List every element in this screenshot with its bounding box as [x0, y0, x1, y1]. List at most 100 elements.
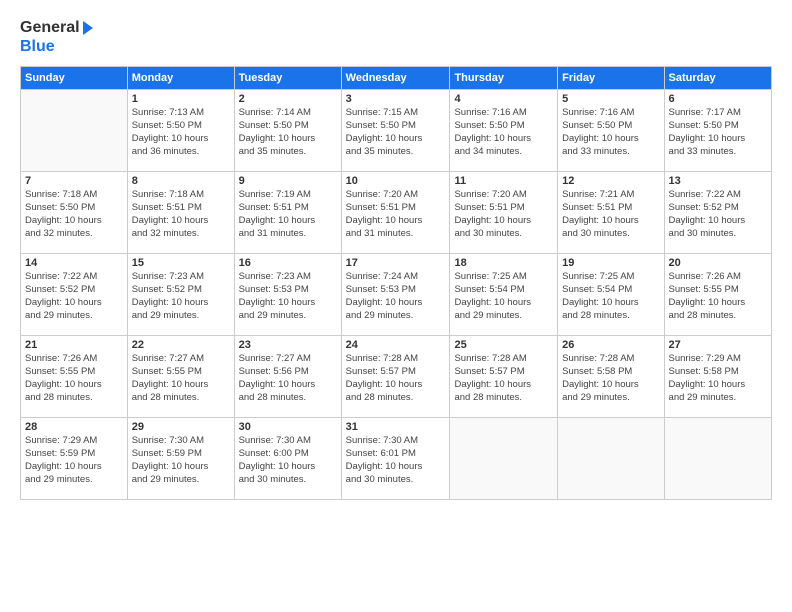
day-info: Sunrise: 7:17 AMSunset: 5:50 PMDaylight:…: [669, 107, 767, 158]
calendar-day-cell: 20 Sunrise: 7:26 AMSunset: 5:55 PMDayligh…: [664, 254, 771, 336]
day-number: 25: [454, 339, 553, 351]
calendar-week-row: 14Sunrise: 7:22 AMSunset: 5:52 PMDayligh…: [21, 254, 772, 336]
day-number: 13: [669, 175, 767, 187]
day-info: Sunrise: 7:28 AMSunset: 5:57 PMDaylight:…: [346, 353, 446, 404]
calendar-day-cell: 4 Sunrise: 7:16 AMSunset: 5:50 PMDaylight…: [450, 90, 558, 172]
calendar-day-cell: 19Sunrise: 7:25 AMSunset: 5:54 PMDayligh…: [558, 254, 664, 336]
day-number: 20: [669, 257, 767, 269]
calendar-header-row: SundayMondayTuesdayWednesdayThursdayFrid…: [21, 67, 772, 90]
day-info: Sunrise: 7:20 AMSunset: 5:51 PMDaylight:…: [454, 189, 553, 240]
calendar-day-cell: 3 Sunrise: 7:15 AMSunset: 5:50 PMDaylight…: [341, 90, 450, 172]
calendar-day-cell: 21 Sunrise: 7:26 AMSunset: 5:55 PMDayligh…: [21, 336, 128, 418]
calendar-day-cell: 5Sunrise: 7:16 AMSunset: 5:50 PMDaylight…: [558, 90, 664, 172]
calendar-day-cell: 25 Sunrise: 7:28 AMSunset: 5:57 PMDayligh…: [450, 336, 558, 418]
calendar-day-cell: 22 Sunrise: 7:27 AMSunset: 5:55 PMDayligh…: [127, 336, 234, 418]
calendar-day-cell: 30 Sunrise: 7:30 AMSunset: 6:00 PMDayligh…: [234, 418, 341, 500]
calendar-day-cell: 2 Sunrise: 7:14 AMSunset: 5:50 PMDaylight…: [234, 90, 341, 172]
day-number: 27: [669, 339, 767, 351]
calendar-day-cell: 6 Sunrise: 7:17 AMSunset: 5:50 PMDaylight…: [664, 90, 771, 172]
day-info: Sunrise: 7:25 AMSunset: 5:54 PMDaylight:…: [454, 271, 553, 322]
day-number: 10: [346, 175, 446, 187]
day-number: 17: [346, 257, 446, 269]
logo-text-blue: Blue: [20, 37, 93, 56]
calendar-day-cell: 28Sunrise: 7:29 AMSunset: 5:59 PMDayligh…: [21, 418, 128, 500]
day-number: 4: [454, 93, 553, 105]
day-info: Sunrise: 7:30 AMSunset: 6:01 PMDaylight:…: [346, 435, 446, 486]
calendar-week-row: 28Sunrise: 7:29 AMSunset: 5:59 PMDayligh…: [21, 418, 772, 500]
calendar-day-cell: 16 Sunrise: 7:23 AMSunset: 5:53 PMDayligh…: [234, 254, 341, 336]
logo-text-general: General: [20, 18, 93, 37]
day-info: Sunrise: 7:25 AMSunset: 5:54 PMDaylight:…: [562, 271, 659, 322]
day-info: Sunrise: 7:18 AMSunset: 5:51 PMDaylight:…: [132, 189, 230, 240]
day-info: Sunrise: 7:16 AMSunset: 5:50 PMDaylight:…: [454, 107, 553, 158]
calendar-day-cell: 8 Sunrise: 7:18 AMSunset: 5:51 PMDaylight…: [127, 172, 234, 254]
day-info: Sunrise: 7:26 AMSunset: 5:55 PMDaylight:…: [669, 271, 767, 322]
day-info: Sunrise: 7:23 AMSunset: 5:53 PMDaylight:…: [239, 271, 337, 322]
calendar-day-cell: 13 Sunrise: 7:22 AMSunset: 5:52 PMDayligh…: [664, 172, 771, 254]
day-info: Sunrise: 7:28 AMSunset: 5:58 PMDaylight:…: [562, 353, 659, 404]
calendar-day-cell: 31 Sunrise: 7:30 AMSunset: 6:01 PMDayligh…: [341, 418, 450, 500]
day-info: Sunrise: 7:30 AMSunset: 6:00 PMDaylight:…: [239, 435, 337, 486]
calendar-day-cell: [21, 90, 128, 172]
day-number: 1: [132, 93, 230, 105]
calendar-day-cell: 1Sunrise: 7:13 AMSunset: 5:50 PMDaylight…: [127, 90, 234, 172]
calendar-day-header: Sunday: [21, 67, 128, 90]
header: General Blue: [20, 18, 772, 56]
day-info: Sunrise: 7:16 AMSunset: 5:50 PMDaylight:…: [562, 107, 659, 158]
day-number: 11: [454, 175, 553, 187]
day-info: Sunrise: 7:28 AMSunset: 5:57 PMDaylight:…: [454, 353, 553, 404]
day-info: Sunrise: 7:27 AMSunset: 5:55 PMDaylight:…: [132, 353, 230, 404]
calendar-day-cell: 9Sunrise: 7:19 AMSunset: 5:51 PMDaylight…: [234, 172, 341, 254]
day-info: Sunrise: 7:18 AMSunset: 5:50 PMDaylight:…: [25, 189, 123, 240]
day-info: Sunrise: 7:24 AMSunset: 5:53 PMDaylight:…: [346, 271, 446, 322]
calendar-day-header: Saturday: [664, 67, 771, 90]
calendar-day-cell: 26 Sunrise: 7:28 AMSunset: 5:58 PMDayligh…: [558, 336, 664, 418]
calendar-day-cell: 12 Sunrise: 7:21 AMSunset: 5:51 PMDayligh…: [558, 172, 664, 254]
logo-chevron-icon: [83, 21, 93, 35]
day-number: 29: [132, 421, 230, 433]
day-number: 16: [239, 257, 337, 269]
day-number: 24: [346, 339, 446, 351]
day-number: 8: [132, 175, 230, 187]
day-number: 12: [562, 175, 659, 187]
day-number: 30: [239, 421, 337, 433]
day-number: 31: [346, 421, 446, 433]
day-number: 23: [239, 339, 337, 351]
day-number: 6: [669, 93, 767, 105]
calendar-day-cell: 27 Sunrise: 7:29 AMSunset: 5:58 PMDayligh…: [664, 336, 771, 418]
calendar-day-cell: 10Sunrise: 7:20 AMSunset: 5:51 PMDayligh…: [341, 172, 450, 254]
day-number: 21: [25, 339, 123, 351]
calendar-week-row: 1Sunrise: 7:13 AMSunset: 5:50 PMDaylight…: [21, 90, 772, 172]
day-number: 28: [25, 421, 123, 433]
day-number: 14: [25, 257, 123, 269]
calendar-day-cell: 7 Sunrise: 7:18 AMSunset: 5:50 PMDaylight…: [21, 172, 128, 254]
calendar-day-cell: [558, 418, 664, 500]
day-info: Sunrise: 7:19 AMSunset: 5:51 PMDaylight:…: [239, 189, 337, 240]
day-info: Sunrise: 7:22 AMSunset: 5:52 PMDaylight:…: [669, 189, 767, 240]
day-info: Sunrise: 7:27 AMSunset: 5:56 PMDaylight:…: [239, 353, 337, 404]
day-info: Sunrise: 7:26 AMSunset: 5:55 PMDaylight:…: [25, 353, 123, 404]
day-number: 3: [346, 93, 446, 105]
day-info: Sunrise: 7:14 AMSunset: 5:50 PMDaylight:…: [239, 107, 337, 158]
day-number: 2: [239, 93, 337, 105]
day-number: 26: [562, 339, 659, 351]
calendar-day-cell: 11 Sunrise: 7:20 AMSunset: 5:51 PMDayligh…: [450, 172, 558, 254]
page: General Blue SundayMondayTuesdayWednesda…: [0, 0, 792, 612]
day-number: 22: [132, 339, 230, 351]
calendar-day-cell: 23 Sunrise: 7:27 AMSunset: 5:56 PMDayligh…: [234, 336, 341, 418]
calendar-day-cell: 24 Sunrise: 7:28 AMSunset: 5:57 PMDayligh…: [341, 336, 450, 418]
calendar-day-header: Tuesday: [234, 67, 341, 90]
day-info: Sunrise: 7:29 AMSunset: 5:58 PMDaylight:…: [669, 353, 767, 404]
calendar-day-cell: [450, 418, 558, 500]
calendar-week-row: 21 Sunrise: 7:26 AMSunset: 5:55 PMDayligh…: [21, 336, 772, 418]
day-info: Sunrise: 7:23 AMSunset: 5:52 PMDaylight:…: [132, 271, 230, 322]
day-info: Sunrise: 7:15 AMSunset: 5:50 PMDaylight:…: [346, 107, 446, 158]
calendar-day-header: Wednesday: [341, 67, 450, 90]
logo: General Blue: [20, 18, 93, 56]
day-number: 18: [454, 257, 553, 269]
calendar-day-cell: 14Sunrise: 7:22 AMSunset: 5:52 PMDayligh…: [21, 254, 128, 336]
calendar-day-header: Thursday: [450, 67, 558, 90]
day-number: 7: [25, 175, 123, 187]
day-info: Sunrise: 7:30 AMSunset: 5:59 PMDaylight:…: [132, 435, 230, 486]
day-info: Sunrise: 7:21 AMSunset: 5:51 PMDaylight:…: [562, 189, 659, 240]
